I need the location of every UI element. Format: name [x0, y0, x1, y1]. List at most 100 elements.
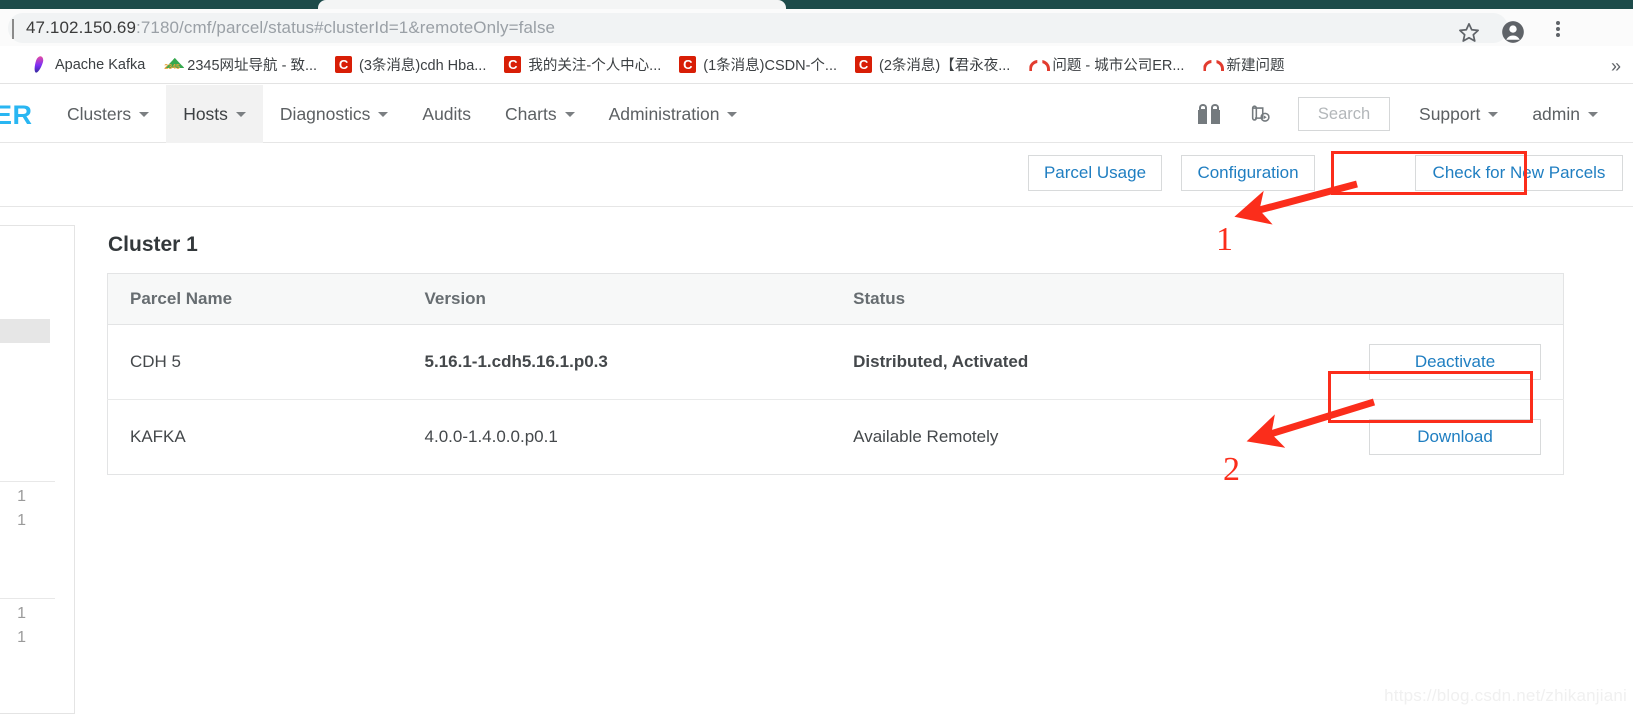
2345-icon: 2345 — [163, 56, 181, 73]
bookmark-item[interactable]: C (3条消息)cdh Hba... — [326, 52, 495, 78]
url-path: :7180/cmf/parcel/status#clusterId=1&remo… — [136, 18, 556, 37]
left-side-panel: 1 1 1 1 — [0, 225, 75, 714]
column-header-actions — [1347, 273, 1564, 325]
cell-status: Distributed, Activated — [831, 324, 1347, 400]
page-toolbar: Parcel Usage Configuration Check for New… — [0, 143, 1633, 207]
bookmark-item[interactable]: C (1条消息)CSDN-个... — [670, 52, 846, 78]
nav-label: admin — [1532, 103, 1580, 124]
nav-label: Hosts — [183, 103, 228, 124]
arc-icon — [1202, 56, 1219, 73]
left-panel-divider — [0, 598, 55, 599]
table-row: CDH 5 5.16.1-1.cdh5.16.1.p0.3 Distribute… — [107, 324, 1564, 400]
watermark-text: https://blog.csdn.net/zhikanjiani — [1384, 686, 1627, 705]
left-panel-count: 1 — [17, 512, 26, 529]
url-host: 47.102.150.69 — [26, 18, 137, 37]
left-panel-count: 1 — [17, 605, 26, 622]
bookmark-item[interactable]: Apache Kafka — [22, 52, 154, 78]
parcels-table: Parcel Name Version Status CDH 5 5.16.1-… — [107, 273, 1564, 475]
nav-item-clusters[interactable]: Clusters — [50, 85, 166, 143]
table-header-row: Parcel Name Version Status — [107, 273, 1564, 325]
left-panel-count: 1 — [17, 629, 26, 646]
annotation-number-1: 1 — [1216, 221, 1233, 258]
cloudera-logo[interactable]: ER — [0, 100, 33, 131]
left-panel-count: 1 — [17, 488, 26, 505]
bookmark-item[interactable]: 2345 2345网址导航 - 致... — [154, 52, 326, 78]
main-menu: Clusters Hosts Diagnostics Audits Charts… — [50, 85, 754, 143]
nav-label: Support — [1419, 103, 1481, 124]
check-for-new-parcels-button[interactable]: Check for New Parcels — [1415, 155, 1623, 191]
bookmark-label: 我的关注-个人中心... — [528, 58, 662, 74]
nav-item-support[interactable]: Support — [1402, 97, 1515, 131]
csdn-icon: C — [504, 56, 522, 73]
cloudera-nav-bar: ER Clusters Hosts Diagnostics Audits Cha… — [0, 85, 1633, 143]
column-header-status: Status — [831, 273, 1347, 325]
parcel-usage-button[interactable]: Parcel Usage — [1028, 155, 1162, 191]
url-text[interactable]: 47.102.150.69:7180/cmf/parcel/status#clu… — [26, 18, 555, 38]
bookmarks-bar: Apache Kafka 2345 2345网址导航 - 致... C (3条消… — [0, 46, 1633, 84]
bookmark-label: (2条消息)【君永夜... — [879, 58, 1011, 74]
chevron-down-icon — [564, 111, 575, 117]
profile-avatar-icon[interactable] — [1500, 19, 1526, 45]
bookmark-label: Apache Kafka — [55, 56, 146, 73]
annotation-number-2: 2 — [1223, 451, 1240, 488]
nav-item-admin-user[interactable]: admin — [1515, 97, 1615, 131]
bookmark-label: (3条消息)cdh Hba... — [359, 58, 487, 74]
table-row: KAFKA 4.0.0-1.4.0.0.p0.1 Available Remot… — [108, 400, 1564, 475]
bookmark-item[interactable]: C (2条消息)【君永夜... — [846, 52, 1019, 78]
arc-icon — [1028, 56, 1045, 73]
left-panel-divider — [0, 481, 55, 482]
bookmark-label: 问题 - 城市公司ER... — [1052, 58, 1185, 74]
cell-parcel-name: CDH 5 — [107, 324, 403, 400]
scroll-play-icon[interactable] — [1248, 103, 1272, 125]
nav-label: Charts — [505, 103, 557, 124]
cell-parcel-name: KAFKA — [130, 427, 186, 446]
chevron-down-icon — [727, 111, 738, 117]
bookmark-item[interactable]: 新建问题 — [1193, 52, 1293, 78]
nav-label: Diagnostics — [279, 103, 371, 124]
bookmark-item[interactable]: 问题 - 城市公司ER... — [1019, 52, 1193, 78]
chevron-down-icon — [139, 111, 150, 117]
nav-label: Administration — [608, 103, 720, 124]
bookmarks-overflow-icon[interactable]: » — [1611, 56, 1621, 77]
csdn-icon: C — [335, 56, 353, 73]
kafka-icon — [31, 56, 48, 73]
nav-right-group: Search Support admin — [1198, 85, 1615, 143]
cell-version: 5.16.1-1.cdh5.16.1.p0.3 — [402, 324, 832, 400]
cell-action: Download — [1347, 400, 1564, 475]
browser-window: 47.102.150.69:7180/cmf/parcel/status#clu… — [0, 0, 1633, 714]
csdn-icon: C — [855, 56, 873, 73]
active-browser-tab[interactable] — [318, 0, 786, 9]
nav-item-administration[interactable]: Administration — [592, 85, 755, 143]
configuration-button[interactable]: Configuration — [1181, 155, 1315, 191]
chevron-down-icon — [235, 111, 246, 117]
bookmark-item[interactable]: C 我的关注-个人中心... — [495, 52, 670, 78]
page-title: Cluster 1 — [108, 233, 198, 256]
nav-label: Audits — [422, 103, 472, 124]
chevron-down-icon — [378, 111, 389, 117]
cell-action: Deactivate — [1347, 324, 1564, 400]
cell-version: 4.0.0-1.4.0.0.p0.1 — [424, 427, 558, 446]
nav-item-diagnostics[interactable]: Diagnostics — [263, 85, 405, 143]
main-content: Cluster 1 Parcel Name Version Status CDH… — [75, 207, 1633, 714]
bookmark-label: 新建问题 — [1226, 58, 1285, 74]
nav-item-charts[interactable]: Charts — [488, 85, 592, 143]
bookmark-label: (1条消息)CSDN-个... — [703, 58, 838, 74]
browser-menu-icon[interactable] — [1548, 19, 1568, 41]
download-button[interactable]: Download — [1369, 419, 1541, 455]
gift-icon[interactable] — [1198, 104, 1221, 124]
url-text-cursor — [12, 19, 14, 39]
browser-tab-strip — [0, 0, 1633, 9]
deactivate-button[interactable]: Deactivate — [1369, 344, 1541, 380]
chevron-down-icon — [1588, 111, 1598, 117]
bookmark-star-icon[interactable] — [1456, 20, 1482, 46]
nav-item-hosts[interactable]: Hosts — [166, 85, 263, 143]
cell-status: Available Remotely — [853, 427, 999, 446]
search-input[interactable]: Search — [1298, 97, 1391, 131]
chevron-down-icon — [1488, 111, 1499, 117]
nav-item-audits[interactable]: Audits — [405, 85, 488, 143]
csdn-icon: C — [679, 56, 697, 73]
browser-omnibox-bar: 47.102.150.69:7180/cmf/parcel/status#clu… — [0, 9, 1633, 46]
bookmark-label: 2345网址导航 - 致... — [187, 58, 318, 74]
column-header-version: Version — [402, 273, 832, 325]
left-panel-selected-row[interactable] — [0, 319, 50, 343]
